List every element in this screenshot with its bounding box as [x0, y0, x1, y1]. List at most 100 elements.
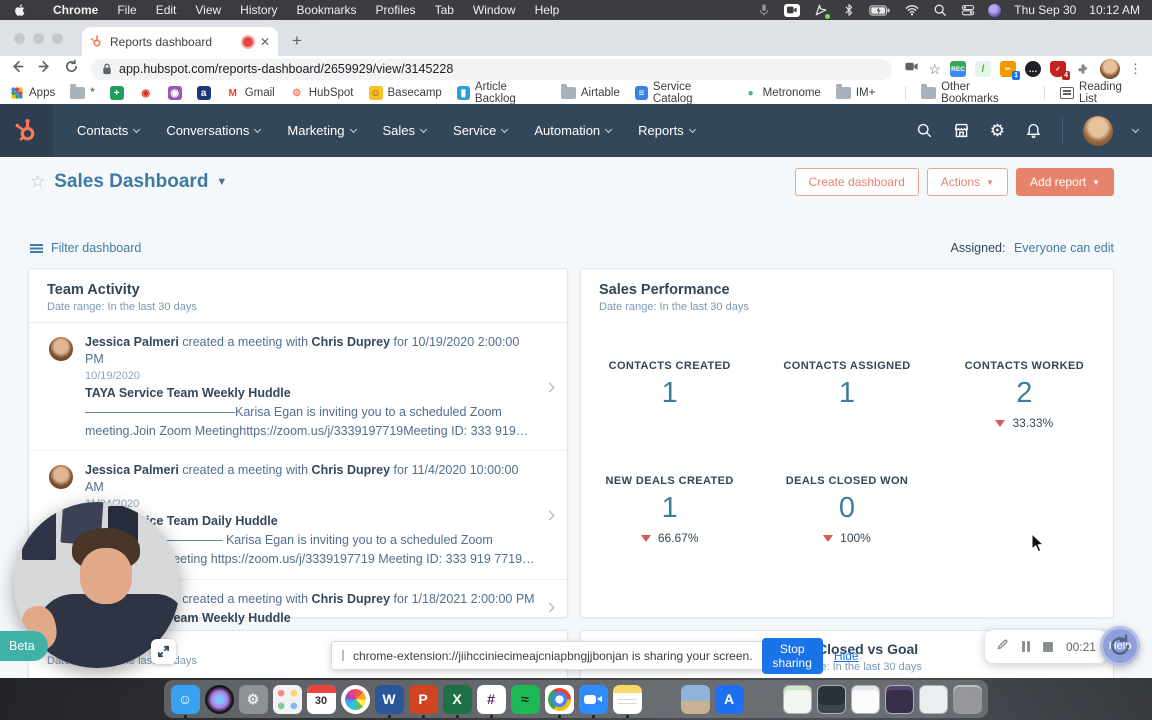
settings-gear-icon[interactable]: ⚙ [990, 121, 1005, 141]
dock-photos[interactable] [340, 680, 370, 718]
bookmark-red-circle[interactable]: ◉ [139, 86, 153, 100]
menu-item[interactable]: Tab [435, 3, 454, 17]
url-text[interactable]: app.hubspot.com/reports-dashboard/265992… [119, 62, 453, 76]
camera-status-icon[interactable] [784, 4, 800, 17]
control-center-icon[interactable] [960, 3, 975, 18]
extension-orange-icon[interactable]: ✂1 [1000, 61, 1016, 77]
dock-window-3[interactable] [850, 680, 880, 718]
bookmark-service-catalog[interactable]: ≡ Service Catalog [635, 81, 729, 105]
bookmark-article-backlog[interactable]: ▮ Article Backlog [457, 81, 546, 105]
expand-webcam-button[interactable] [151, 639, 176, 664]
dock-window-5[interactable] [918, 680, 948, 718]
metric-value[interactable]: 0 [758, 492, 935, 525]
forward-button[interactable] [37, 59, 52, 79]
help-beacon[interactable]: Help [1100, 626, 1140, 666]
hubspot-user-avatar[interactable] [1083, 116, 1113, 146]
menu-item[interactable]: Window [473, 3, 516, 17]
bookmark-basecamp[interactable]: ☺ Basecamp [369, 86, 442, 100]
dock-word[interactable]: W [374, 680, 404, 718]
extension-dark-icon[interactable]: … [1025, 61, 1041, 77]
browser-menu-icon[interactable]: ⋮ [1129, 61, 1142, 77]
extension-shield-icon[interactable]: ✓4 [1050, 61, 1066, 77]
menu-item[interactable]: View [195, 3, 221, 17]
nav-item[interactable]: Service [453, 123, 507, 138]
create-dashboard-button[interactable]: Create dashboard [795, 168, 919, 196]
bookmark-hubspot[interactable]: ⚙ HubSpot [290, 86, 354, 100]
actions-button[interactable]: Actions▼ [927, 168, 1008, 196]
dock-trash[interactable] [952, 680, 982, 718]
window-controls[interactable] [14, 33, 63, 44]
bookmark-metronome[interactable]: ● Metronome [744, 86, 821, 100]
menu-item[interactable]: Edit [156, 3, 177, 17]
assigned-everyone-link[interactable]: Everyone can edit [1014, 241, 1114, 255]
dock-zoom[interactable] [578, 680, 608, 718]
stop-recording-icon[interactable] [1043, 642, 1053, 652]
reading-list[interactable]: Reading List [1060, 81, 1142, 105]
bookmark-apps[interactable]: Apps [10, 86, 55, 100]
notifications-bell-icon[interactable] [1025, 122, 1042, 139]
bookmark-im-plus[interactable]: IM+ [836, 87, 876, 99]
extension-rec-icon[interactable]: REC [950, 61, 966, 77]
minimize-window-button[interactable] [33, 33, 44, 44]
dock-window-2[interactable] [816, 680, 846, 718]
close-window-button[interactable] [14, 33, 25, 44]
menu-extra-app-icon[interactable] [988, 4, 1001, 17]
reload-button[interactable] [64, 59, 79, 79]
nav-item[interactable]: Reports [638, 123, 695, 138]
stop-sharing-button[interactable]: Stop sharing [762, 638, 823, 674]
dock-calendar[interactable]: 30 [306, 680, 336, 718]
bookmark-folder-star[interactable]: * [70, 87, 94, 99]
dock-slack[interactable]: # [476, 680, 506, 718]
filter-dashboard-button[interactable]: Filter dashboard [30, 241, 141, 255]
bookmark-purple-circle[interactable]: ◉ [168, 86, 182, 100]
chevron-right-icon[interactable] [545, 510, 555, 520]
menu-item[interactable]: History [240, 3, 277, 17]
bookmark-star-icon[interactable]: ☆ [928, 61, 941, 78]
menu-item[interactable]: File [117, 3, 136, 17]
annotate-pencil-icon[interactable] [996, 638, 1009, 656]
bookmark-blue-a[interactable]: a [197, 86, 211, 100]
nav-item[interactable]: Conversations [166, 123, 260, 138]
chevron-down-icon[interactable] [1132, 125, 1139, 132]
hide-link[interactable]: Hide [834, 649, 859, 663]
extensions-puzzle-icon[interactable] [1075, 61, 1091, 77]
dock-excel[interactable]: X [442, 680, 472, 718]
dock-window-4[interactable] [884, 680, 914, 718]
menu-bar-clock[interactable]: 10:12 AM [1089, 3, 1140, 17]
drag-handle-icon[interactable] [342, 650, 344, 661]
other-bookmarks[interactable]: Other Bookmarks [921, 81, 1029, 105]
dock-powerpoint[interactable]: P [408, 680, 438, 718]
favorite-star-icon[interactable]: ☆ [30, 172, 45, 192]
menu-item[interactable]: Help [535, 3, 560, 17]
tab-reports-dashboard[interactable]: Reports dashboard ✕ [82, 27, 278, 56]
search-icon[interactable] [916, 122, 933, 139]
new-tab-button[interactable]: + [292, 32, 302, 49]
dock-appstore[interactable]: A [714, 680, 744, 718]
dock-spotify[interactable]: ≈ [510, 680, 540, 718]
chevron-right-icon[interactable] [545, 382, 555, 392]
spotlight-search-icon[interactable] [932, 3, 947, 18]
dock-notes[interactable] [612, 680, 642, 718]
dock-divider-2[interactable] [748, 680, 778, 718]
dock-finder[interactable]: ☺ [170, 680, 200, 718]
nav-item[interactable]: Marketing [287, 123, 355, 138]
dock-window-1[interactable] [782, 680, 812, 718]
nav-item[interactable]: Automation [534, 123, 611, 138]
tab-close-icon[interactable]: ✕ [260, 35, 270, 49]
hubspot-logo[interactable] [0, 104, 53, 157]
dock-chrome[interactable] [544, 680, 574, 718]
wifi-icon[interactable] [904, 3, 919, 18]
metric-value[interactable]: 2 [936, 377, 1113, 410]
dock-launchpad[interactable] [272, 680, 302, 718]
menu-item[interactable]: Bookmarks [297, 3, 357, 17]
tab-sharing-camera-icon[interactable] [904, 59, 919, 79]
marketplace-icon[interactable] [953, 122, 970, 139]
bookmark-gmail[interactable]: M Gmail [226, 86, 275, 100]
metric-value[interactable]: 1 [581, 377, 758, 410]
extension-eyedropper-icon[interactable]: / [975, 61, 991, 77]
dock-desktop-folder[interactable] [680, 680, 710, 718]
pause-recording-icon[interactable] [1022, 641, 1031, 652]
activity-item[interactable]: Jessica Palmeri created a meeting with C… [29, 323, 567, 451]
dashboard-picker-caret-icon[interactable]: ▼ [216, 176, 227, 188]
menu-bar-date[interactable]: Thu Sep 30 [1014, 3, 1076, 17]
